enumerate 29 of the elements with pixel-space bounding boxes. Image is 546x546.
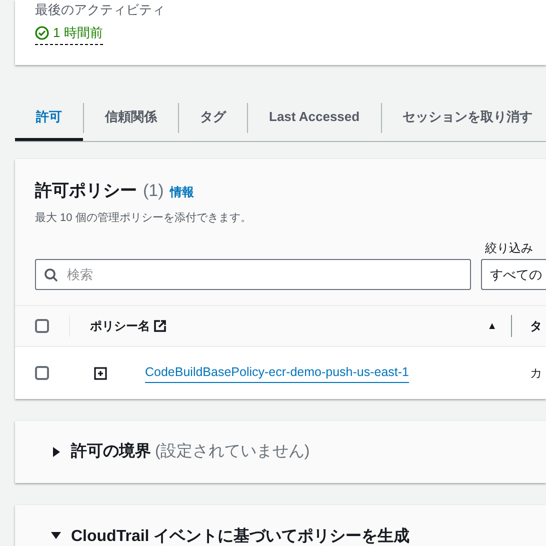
tab[interactable]: 信頼関係 (84, 95, 178, 141)
filter-select[interactable]: すべての (481, 259, 546, 290)
tab[interactable]: タグ (179, 95, 247, 141)
search-field[interactable]: 検索 (35, 259, 471, 290)
check-circle-icon (35, 26, 49, 40)
filter-label: 絞り込み (485, 240, 534, 257)
checkbox[interactable] (35, 319, 49, 333)
section-title[interactable]: 許可の境界 (71, 440, 151, 464)
caret-down-icon[interactable] (51, 530, 61, 540)
external-link-icon[interactable] (154, 320, 166, 332)
column-header[interactable]: ポリシー名 (90, 317, 150, 335)
summary-label: 最後のアクティビティ (35, 1, 166, 19)
tab[interactable]: セッションを取り消す (382, 95, 546, 141)
section-title: 許可ポリシー (35, 180, 137, 202)
section-description: 最大 10 個の管理ポリシーを添付できます。 (34, 210, 252, 226)
search-icon (44, 268, 58, 282)
policy-link[interactable]: CodeBuildBasePolicy-ecr-demo-push-us-east-1 (145, 363, 410, 383)
policy-count: (1) (143, 180, 164, 202)
tab[interactable]: Last Accessed (248, 95, 381, 141)
checkbox[interactable] (35, 366, 49, 380)
column-header[interactable]: タ (530, 317, 546, 335)
section-title[interactable]: CloudTrail イベントに基づいてポリシーを生成 (71, 525, 410, 546)
last-activity-value: 1 時間前 (35, 23, 103, 44)
info-link[interactable]: 情報 (170, 183, 194, 201)
expand-icon[interactable] (94, 366, 107, 380)
caret-right-icon[interactable] (51, 447, 61, 457)
boundary-status: (設定されていません) (155, 442, 310, 462)
table-cell-text: カ (530, 365, 543, 382)
sort-indicator[interactable]: ▲ (487, 318, 497, 334)
